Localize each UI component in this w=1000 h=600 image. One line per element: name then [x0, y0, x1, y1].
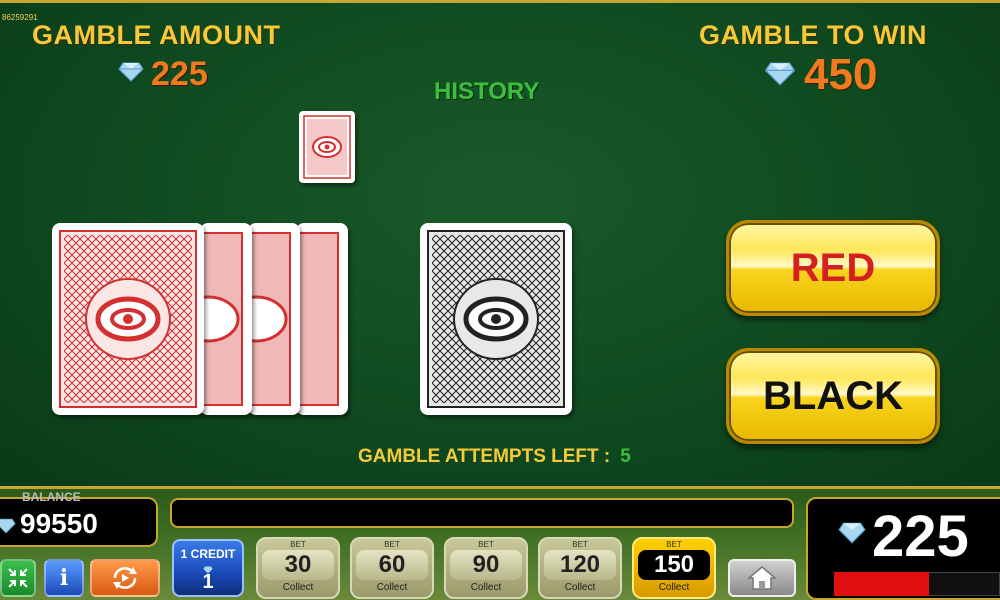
bet-value: 120	[544, 550, 616, 580]
gamble-amount-value: 225	[151, 55, 208, 93]
bet-value: 150	[638, 550, 710, 580]
home-icon	[747, 566, 777, 590]
bet-cap: BET	[666, 540, 682, 549]
bet-cap: BET	[290, 540, 306, 549]
diamond-icon	[764, 62, 796, 91]
info-icon: i	[59, 565, 69, 591]
bet-button[interactable]: BET 120 Collect	[538, 537, 622, 599]
fullscreen-button[interactable]	[0, 559, 36, 597]
black-button-label: BLACK	[763, 373, 903, 418]
balance-label: BALANCE	[22, 490, 81, 504]
bet-collect: Collect	[658, 582, 690, 593]
fullscreen-icon	[8, 568, 28, 588]
bet-collect: Collect	[282, 582, 314, 593]
diamond-icon	[118, 62, 144, 87]
bet-value: 30	[262, 550, 334, 580]
bet-value: 60	[356, 550, 428, 580]
diamond-icon	[838, 522, 866, 549]
info-button[interactable]: i	[44, 559, 84, 597]
bet-cap: BET	[478, 540, 494, 549]
gamble-amount-label: GAMBLE AMOUNT	[32, 20, 281, 50]
diamond-icon	[0, 518, 16, 539]
bet-button[interactable]: BET 30 Collect	[256, 537, 340, 599]
red-button-label: RED	[790, 245, 876, 290]
bet-button[interactable]: BET 60 Collect	[350, 537, 434, 599]
win-progress-fill	[834, 572, 929, 596]
autoplay-icon	[113, 567, 137, 589]
bet-cap: BET	[572, 540, 588, 549]
red-button[interactable]: RED	[726, 220, 940, 316]
autoplay-button[interactable]	[90, 559, 160, 597]
deck-card	[296, 223, 348, 415]
balance-value: 99550	[20, 508, 98, 539]
bet-collect: Collect	[376, 582, 408, 593]
deck-card	[200, 223, 252, 415]
win-value: 225	[872, 504, 969, 569]
bet-collect: Collect	[564, 582, 596, 593]
message-bar	[170, 498, 794, 528]
diamond-icon	[174, 561, 242, 574]
current-card	[420, 223, 572, 415]
bet-cap: BET	[384, 540, 400, 549]
bet-collect: Collect	[470, 582, 502, 593]
gamble-to-win-label: GAMBLE TO WIN	[699, 20, 927, 50]
attempts-left: GAMBLE ATTEMPTS LEFT : 5	[358, 446, 631, 468]
credit-value: 1	[202, 571, 214, 593]
game-stage: 86259291 GAMBLE AMOUNT 225 GAMBLE TO WIN…	[0, 0, 1000, 600]
black-button[interactable]: BLACK	[726, 348, 940, 444]
deck-card	[248, 223, 300, 415]
credit-button[interactable]: 1 CREDIT 1	[172, 539, 244, 597]
attempts-label: GAMBLE ATTEMPTS LEFT :	[358, 446, 611, 467]
bet-button-selected[interactable]: BET 150 Collect	[632, 537, 716, 599]
home-button[interactable]	[728, 559, 796, 597]
credit-label: 1 CREDIT	[180, 547, 236, 561]
attempts-value: 5	[620, 446, 631, 467]
bet-button[interactable]: BET 90 Collect	[444, 537, 528, 599]
history-card	[299, 111, 355, 183]
bet-value: 90	[450, 550, 522, 580]
gamble-to-win-value: 450	[804, 50, 878, 99]
history-label: HISTORY	[434, 78, 540, 105]
deck-top-card	[52, 223, 204, 415]
